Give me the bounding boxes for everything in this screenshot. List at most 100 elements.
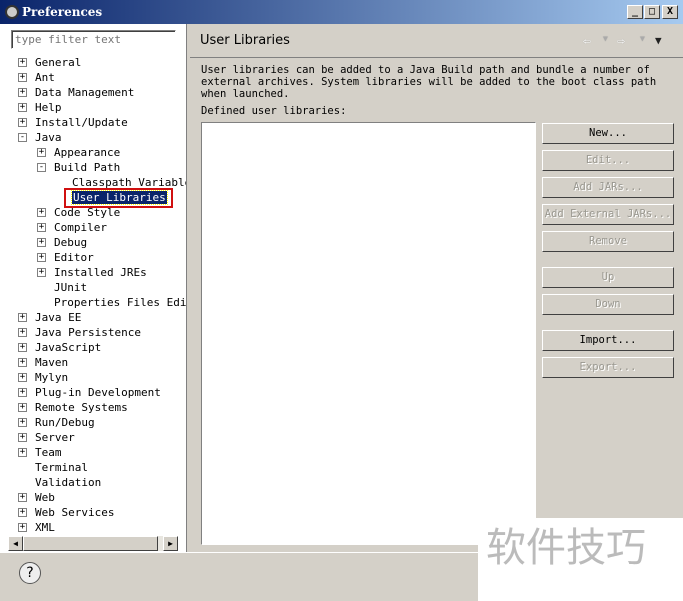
tree-item-label: Ant: [35, 71, 55, 84]
tree-item[interactable]: Run/Debug: [35, 415, 95, 430]
back-arrow-icon[interactable]: ⇦: [583, 34, 591, 49]
forward-dropdown-icon[interactable]: ▼: [640, 34, 645, 43]
forward-arrow-icon[interactable]: ⇨: [617, 34, 625, 49]
defined-libraries-label: Defined user libraries:: [201, 105, 347, 117]
tree-item-label: Java: [35, 131, 62, 144]
tree-item-label: Web: [35, 491, 55, 504]
expand-icon[interactable]: +: [18, 343, 27, 352]
remove-button[interactable]: Remove: [542, 231, 674, 252]
expand-icon[interactable]: +: [18, 73, 27, 82]
page-header: User Libraries ⇦ ▼ ⇨ ▼ ▼: [190, 24, 683, 58]
expand-icon[interactable]: +: [37, 238, 46, 247]
filter-input[interactable]: [11, 30, 176, 49]
expand-icon[interactable]: +: [18, 373, 27, 382]
tree-item[interactable]: Installed JREs: [54, 265, 147, 280]
collapse-icon[interactable]: -: [37, 163, 46, 172]
expand-icon[interactable]: +: [18, 103, 27, 112]
tree-item[interactable]: Team: [35, 445, 62, 460]
export-button[interactable]: Export...: [542, 357, 674, 378]
expand-icon[interactable]: +: [37, 253, 46, 262]
expand-icon[interactable]: +: [37, 223, 46, 232]
tree-item[interactable]: Validation: [35, 475, 101, 490]
tree-item[interactable]: Compiler: [54, 220, 107, 235]
page-description: User libraries can be added to a Java Bu…: [201, 64, 657, 100]
expand-icon[interactable]: +: [18, 118, 27, 127]
edit-button[interactable]: Edit...: [542, 150, 674, 171]
title-bar: Preferences _ □ X: [0, 0, 683, 24]
tree-item[interactable]: Data Management: [35, 85, 134, 100]
import-button[interactable]: Import...: [542, 330, 674, 351]
expand-icon[interactable]: +: [18, 448, 27, 457]
expand-icon[interactable]: +: [18, 433, 27, 442]
expand-icon[interactable]: +: [18, 313, 27, 322]
new-button[interactable]: New...: [542, 123, 674, 144]
down-button[interactable]: Down: [542, 294, 674, 315]
back-dropdown-icon[interactable]: ▼: [603, 34, 608, 43]
tree-item[interactable]: Install/Update: [35, 115, 128, 130]
tree-item[interactable]: Ant: [35, 70, 55, 85]
tree-item[interactable]: Terminal: [35, 460, 88, 475]
tree-item-label: XML: [35, 521, 55, 534]
expand-icon[interactable]: +: [18, 418, 27, 427]
tree-item[interactable]: Help: [35, 100, 62, 115]
tree-item[interactable]: Debug: [54, 235, 87, 250]
tree-item[interactable]: Plug-in Development: [35, 385, 161, 400]
tree-item-label: JUnit: [54, 281, 88, 294]
user-libraries-list[interactable]: [201, 122, 536, 545]
tree-item[interactable]: Remote Systems: [35, 400, 128, 415]
tree-item[interactable]: Editor: [54, 250, 94, 265]
tree-item-label: Mylyn: [35, 371, 69, 384]
expand-icon[interactable]: +: [18, 508, 27, 517]
tree-horizontal-scrollbar[interactable]: ◀ ▶: [8, 536, 178, 551]
tree-item[interactable]: General: [35, 55, 81, 70]
tree-item[interactable]: Java EE: [35, 310, 81, 325]
tree-item[interactable]: Properties Files Edit: [54, 295, 186, 310]
scroll-left-icon[interactable]: ◀: [8, 536, 23, 551]
view-menu-icon[interactable]: ▼: [655, 34, 662, 47]
close-button[interactable]: X: [662, 5, 678, 19]
expand-icon[interactable]: +: [37, 148, 46, 157]
tree-item[interactable]: Mylyn: [35, 370, 68, 385]
tree-item-label: Appearance: [54, 146, 121, 159]
tree-item-label: Debug: [54, 236, 88, 249]
tree-item-label: Run/Debug: [35, 416, 95, 429]
tree-item[interactable]: Java Persistence: [35, 325, 141, 340]
tree-item[interactable]: Web Services: [35, 505, 114, 520]
watermark: 软件技巧: [478, 518, 683, 601]
preferences-tree: General + Ant + Data Management + Help + Install…: [0, 55, 186, 536]
tree-item-label: Editor: [54, 251, 94, 264]
window-title: Preferences: [22, 5, 103, 19]
scroll-right-icon[interactable]: ▶: [163, 536, 178, 551]
tree-item-label: Terminal: [35, 461, 88, 474]
tree-item[interactable]: XML: [35, 520, 55, 535]
add-external-jars-button[interactable]: Add External JARs...: [542, 204, 674, 225]
scroll-thumb[interactable]: [23, 536, 158, 551]
expand-icon[interactable]: +: [18, 388, 27, 397]
collapse-icon[interactable]: -: [18, 133, 27, 142]
add-jars-button[interactable]: Add JARs...: [542, 177, 674, 198]
expand-icon[interactable]: +: [18, 88, 27, 97]
expand-icon[interactable]: +: [18, 403, 27, 412]
minimize-button[interactable]: _: [627, 5, 643, 19]
tree-item[interactable]: JavaScript: [35, 340, 101, 355]
tree-item[interactable]: JUnit: [54, 280, 87, 295]
tree-item-label: Help: [35, 101, 62, 114]
up-button[interactable]: Up: [542, 267, 674, 288]
expand-icon[interactable]: +: [37, 208, 46, 217]
tree-item[interactable]: Appearance: [54, 145, 120, 160]
expand-icon[interactable]: +: [37, 268, 46, 277]
tree-item[interactable]: Server: [35, 430, 75, 445]
tree-item[interactable]: Java: [35, 130, 62, 145]
help-icon[interactable]: ?: [19, 562, 41, 584]
tree-item[interactable]: Build Path: [54, 160, 120, 175]
tree-item-label: Java Persistence: [35, 326, 141, 339]
tree-item[interactable]: Web: [35, 490, 55, 505]
expand-icon[interactable]: +: [18, 358, 27, 367]
expand-icon[interactable]: +: [18, 523, 27, 532]
expand-icon[interactable]: +: [18, 493, 27, 502]
tree-item[interactable]: Maven: [35, 355, 68, 370]
tree-item-label: Team: [35, 446, 62, 459]
expand-icon[interactable]: +: [18, 328, 27, 337]
maximize-button[interactable]: □: [644, 5, 660, 19]
expand-icon[interactable]: +: [18, 58, 27, 67]
